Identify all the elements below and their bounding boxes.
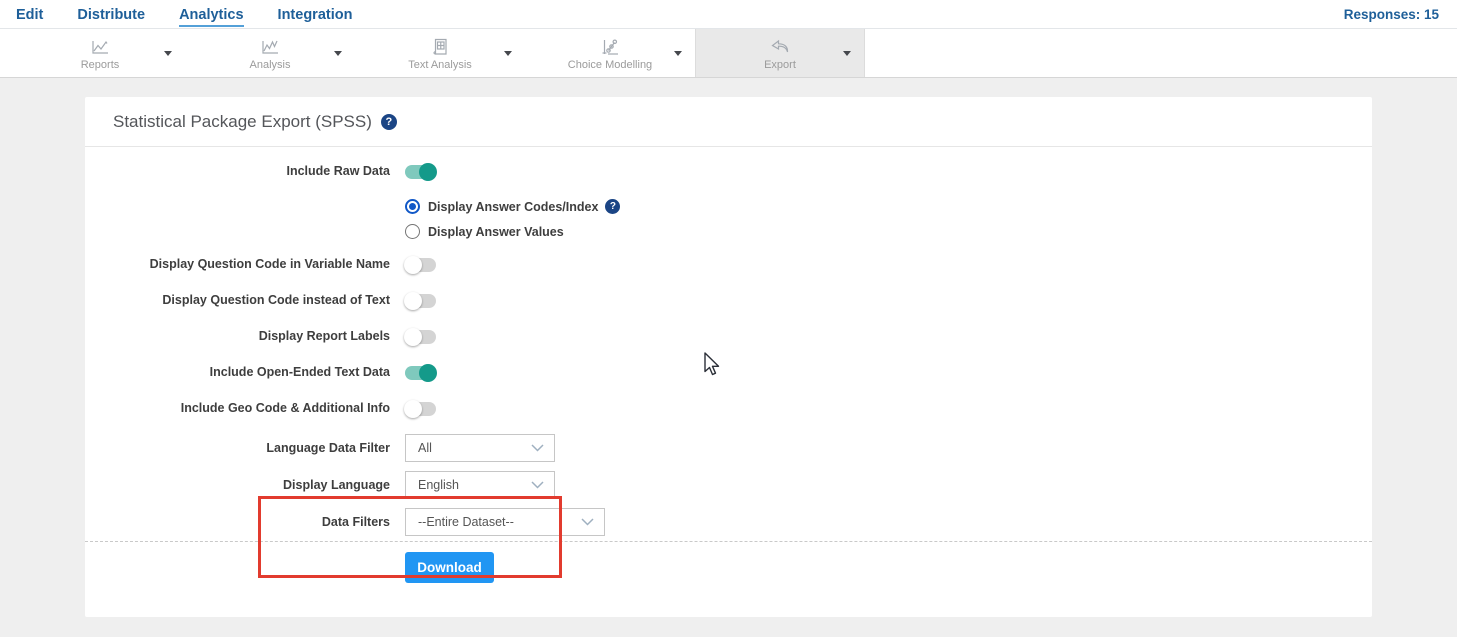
setting-label: Data Filters bbox=[85, 515, 390, 530]
nav-item-integration[interactable]: Integration bbox=[278, 6, 353, 23]
chevron-down-icon[interactable] bbox=[674, 51, 682, 60]
setting-row-question-code-variable: Display Question Code in Variable Name bbox=[85, 257, 1372, 272]
display-answer-values-radio[interactable] bbox=[405, 224, 420, 239]
open-ended-text-toggle[interactable] bbox=[405, 366, 436, 380]
download-button[interactable]: Download bbox=[405, 552, 494, 583]
setting-row-open-ended: Include Open-Ended Text Data bbox=[85, 365, 1372, 380]
nav-item-analytics[interactable]: Analytics bbox=[179, 6, 243, 28]
language-data-filter-select[interactable]: All bbox=[405, 434, 555, 462]
toolbar-tab-label: Analysis bbox=[250, 60, 291, 71]
geo-code-toggle[interactable] bbox=[405, 402, 436, 416]
radio-label: Display Answer Values bbox=[428, 225, 564, 239]
setting-label: Include Geo Code & Additional Info bbox=[85, 401, 390, 416]
setting-row-language-data-filter: Language Data Filter All bbox=[85, 434, 1372, 462]
toolbar-tab-label: Reports bbox=[81, 60, 120, 71]
export-arrow-icon bbox=[769, 35, 791, 57]
chevron-down-icon bbox=[531, 481, 544, 489]
radio-label: Display Answer Codes/Index bbox=[428, 200, 598, 214]
help-icon[interactable]: ? bbox=[605, 199, 620, 214]
line-chart-icon bbox=[260, 35, 280, 57]
toolbar-tab-text-analysis[interactable]: Text Analysis bbox=[355, 29, 525, 77]
nav-item-distribute[interactable]: Distribute bbox=[77, 6, 145, 23]
toggle-knob bbox=[419, 364, 437, 382]
nav-item-edit[interactable]: Edit bbox=[16, 6, 43, 23]
select-value: All bbox=[418, 441, 432, 455]
scatter-chart-icon bbox=[600, 35, 620, 57]
setting-label: Display Language bbox=[85, 478, 390, 493]
toggle-knob bbox=[404, 256, 422, 274]
report-labels-toggle[interactable] bbox=[405, 330, 436, 344]
line-chart-icon bbox=[90, 35, 110, 57]
question-code-variable-toggle[interactable] bbox=[405, 258, 436, 272]
panel-body: Include Raw Data Display Answer Codes/In… bbox=[85, 147, 1372, 583]
page-title: Statistical Package Export (SPSS) bbox=[113, 112, 372, 132]
responses-count[interactable]: Responses: 15 bbox=[1344, 7, 1439, 22]
toolbar-tab-export[interactable]: Export bbox=[695, 29, 865, 77]
toolbar-tab-label: Export bbox=[764, 60, 796, 71]
display-language-select[interactable]: English bbox=[405, 471, 555, 499]
toolbar-tab-analysis[interactable]: Analysis bbox=[185, 29, 355, 77]
display-answer-codes-radio[interactable] bbox=[405, 199, 420, 214]
setting-row-include-raw-data: Include Raw Data bbox=[85, 164, 1372, 179]
toggle-knob bbox=[404, 400, 422, 418]
toolbar-tab-choice-modelling[interactable]: Choice Modelling bbox=[525, 29, 695, 77]
toolbar-tab-label: Text Analysis bbox=[408, 60, 472, 71]
top-nav: Edit Distribute Analytics Integration Re… bbox=[0, 0, 1457, 29]
question-code-text-toggle[interactable] bbox=[405, 294, 436, 308]
dashed-divider bbox=[85, 541, 1372, 542]
data-filters-select[interactable]: --Entire Dataset-- bbox=[405, 508, 605, 536]
setting-row-answer-codes: Display Answer Codes/Index ? bbox=[85, 199, 1372, 214]
spss-export-panel: Statistical Package Export (SPSS) ? Incl… bbox=[85, 97, 1372, 617]
chevron-down-icon[interactable] bbox=[504, 51, 512, 60]
setting-label: Language Data Filter bbox=[85, 441, 390, 456]
setting-label: Display Question Code in Variable Name bbox=[85, 257, 390, 272]
setting-label: Include Open-Ended Text Data bbox=[85, 365, 390, 380]
toolbar-tab-label: Choice Modelling bbox=[568, 60, 652, 71]
setting-row-answer-values: Display Answer Values bbox=[85, 224, 1372, 239]
select-value: English bbox=[418, 478, 459, 492]
select-value: --Entire Dataset-- bbox=[418, 515, 514, 529]
toggle-knob bbox=[404, 328, 422, 346]
toggle-knob bbox=[419, 163, 437, 181]
setting-label: Display Question Code instead of Text bbox=[85, 293, 390, 308]
chevron-down-icon bbox=[531, 444, 544, 452]
chevron-down-icon[interactable] bbox=[334, 51, 342, 60]
analytics-toolbar: Reports Analysis Text Analysis Choice Mo… bbox=[0, 29, 1457, 78]
toolbar-tab-reports[interactable]: Reports bbox=[15, 29, 185, 77]
download-row: Download bbox=[85, 552, 1372, 583]
chevron-down-icon[interactable] bbox=[843, 51, 851, 60]
toggle-knob bbox=[404, 292, 422, 310]
setting-row-report-labels: Display Report Labels bbox=[85, 329, 1372, 344]
panel-header: Statistical Package Export (SPSS) ? bbox=[85, 97, 1372, 147]
include-raw-data-toggle[interactable] bbox=[405, 165, 436, 179]
setting-label: Include Raw Data bbox=[85, 164, 390, 179]
setting-label: Display Report Labels bbox=[85, 329, 390, 344]
chevron-down-icon[interactable] bbox=[164, 51, 172, 60]
document-grid-icon bbox=[430, 35, 450, 57]
chevron-down-icon bbox=[581, 518, 594, 526]
help-icon[interactable]: ? bbox=[381, 114, 397, 130]
setting-row-data-filters: Data Filters --Entire Dataset-- bbox=[85, 508, 1372, 536]
setting-row-display-language: Display Language English bbox=[85, 471, 1372, 499]
setting-row-question-code-text: Display Question Code instead of Text bbox=[85, 293, 1372, 308]
setting-row-geo-code: Include Geo Code & Additional Info bbox=[85, 401, 1372, 416]
